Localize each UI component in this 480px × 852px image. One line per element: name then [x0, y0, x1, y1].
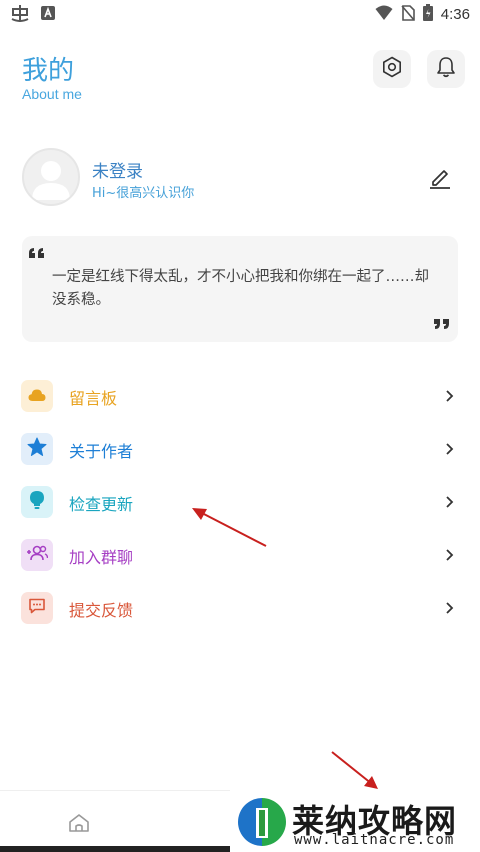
page-subtitle: About me: [22, 86, 82, 102]
menu-item-feedback[interactable]: 提交反馈: [0, 582, 480, 635]
default-avatar-icon: [24, 161, 78, 204]
menu-item-join-group[interactable]: 加入群聊: [0, 529, 480, 582]
wifi-icon: [375, 5, 393, 25]
feedback-icon: [28, 598, 46, 618]
group-icon: [26, 544, 49, 566]
chevron-right-icon: [444, 388, 454, 404]
bulb-icon: [29, 490, 45, 514]
a-notification-icon: [40, 5, 56, 25]
menu-icon-bg: [21, 592, 53, 624]
cloud-icon: [28, 387, 46, 406]
page-title: 我的: [22, 56, 75, 86]
menu-label: 关于作者: [69, 442, 134, 461]
menu-label: 留言板: [69, 389, 118, 408]
menu-icon-bg: [21, 433, 53, 465]
chevron-right-icon: [444, 441, 454, 457]
annotation-arrow: [331, 751, 378, 789]
bell-icon: [436, 56, 456, 82]
menu-label: 检查更新: [69, 495, 134, 514]
settings-button[interactable]: [373, 50, 411, 88]
status-bar: 4:36: [0, 0, 480, 28]
star-icon: [27, 437, 47, 461]
quote-open-icon: [28, 244, 46, 263]
settings-menu: 留言板 关于作者 检查更新 加入群聊 提交反馈: [0, 370, 480, 635]
menu-label: 加入群聊: [69, 548, 134, 567]
no-sim-icon: [401, 4, 415, 25]
status-time: 4:36: [440, 6, 470, 23]
watermark-url: www.laitnacre.com: [294, 832, 455, 848]
home-icon[interactable]: [68, 813, 90, 837]
battery-icon: [422, 4, 433, 25]
settings-icon: [381, 56, 403, 82]
menu-item-check-update[interactable]: 检查更新: [0, 476, 480, 529]
menu-icon-bg: [21, 539, 53, 571]
chevron-right-icon: [444, 600, 454, 616]
menu-icon-bg: [21, 486, 53, 518]
quote-card: 一定是红线下得太乱，才不小心把我和你绑在一起了……却没系稳。: [22, 236, 458, 342]
app-notification-icon: [10, 4, 30, 26]
avatar[interactable]: [22, 148, 80, 206]
menu-item-message-board[interactable]: 留言板: [0, 370, 480, 423]
watermark-logo-icon: [236, 796, 288, 852]
user-name[interactable]: 未登录: [92, 157, 143, 182]
menu-item-about-author[interactable]: 关于作者: [0, 423, 480, 476]
menu-icon-bg: [21, 380, 53, 412]
chevron-right-icon: [444, 494, 454, 510]
quote-text: 一定是红线下得太乱，才不小心把我和你绑在一起了……却没系稳。: [52, 269, 429, 308]
quote-close-icon: [432, 315, 450, 334]
menu-label: 提交反馈: [69, 601, 134, 620]
user-greeting: Hi~很高兴认识你: [92, 186, 195, 201]
watermark: 莱纳攻略网 www.laitnacre.com: [230, 790, 480, 852]
notifications-button[interactable]: [427, 50, 465, 88]
edit-profile-button[interactable]: [428, 165, 452, 189]
edit-icon: [428, 170, 452, 193]
chevron-right-icon: [444, 547, 454, 563]
